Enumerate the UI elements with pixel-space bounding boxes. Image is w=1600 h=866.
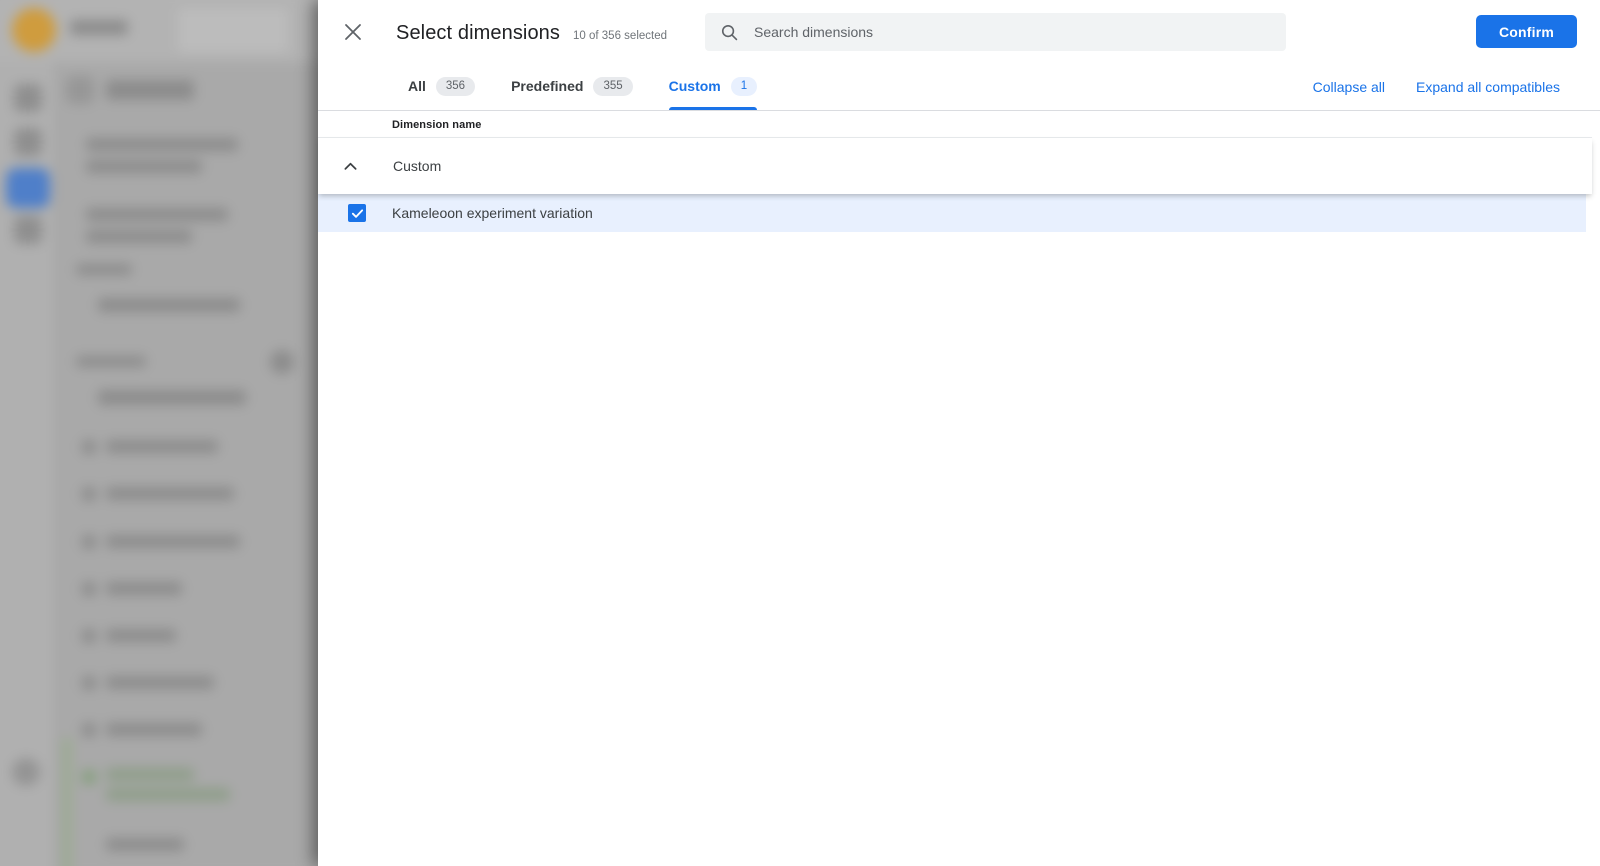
selection-summary: 10 of 356 selected [573,30,668,42]
tab-all-count-badge: 356 [435,76,476,96]
close-icon [345,24,361,40]
backdrop-list-row [106,838,184,851]
backdrop-list-row [106,487,234,500]
tab-all-label: All [408,78,426,94]
search-box[interactable] [705,13,1286,51]
backdrop-nav-icon [14,84,42,112]
backdrop-section-label [76,356,146,367]
tab-custom-count-badge: 1 [730,76,758,96]
dimension-row-label: Kameleoon experiment variation [392,205,593,221]
backdrop-text-line [98,298,240,312]
backdrop-highlight-strip [62,738,72,866]
dimension-name-column-header: Dimension name [392,118,482,131]
tab-predefined-label: Predefined [511,78,584,94]
backdrop-app-logo [12,8,56,52]
dialog-header: Select dimensions 10 of 356 selected Con… [318,0,1600,62]
checkbox-checked-icon[interactable] [348,204,366,222]
collapse-all-link[interactable]: Collapse all [1313,79,1385,95]
backdrop-count-bubble [270,350,294,374]
search-icon [721,24,738,40]
backdrop-report-icon [66,76,94,104]
backdrop-nav-icon [14,216,42,244]
group-label: Custom [393,158,442,174]
backdrop-list-row [106,629,176,642]
tab-custom[interactable]: Custom 1 [668,62,758,110]
backdrop-divider [56,62,58,866]
table-header-row: Dimension name [318,112,1592,138]
backdrop-text-line [98,390,246,405]
tabs-bar: All 356 Predefined 355 Custom 1 Collapse… [318,62,1600,111]
backdrop-report-title [106,80,194,100]
backdrop-text-line [86,208,228,221]
chevron-up-icon[interactable] [341,157,360,176]
backdrop-list-row [106,535,240,548]
dialog-title: Select dimensions [396,22,561,44]
tab-links: Collapse all Expand all compatibles [1313,62,1560,111]
backdrop-text-line [86,160,202,173]
backdrop-list-row [106,676,214,689]
confirm-button[interactable]: Confirm [1475,15,1577,48]
tab-predefined-count-badge: 355 [593,76,633,96]
backdrop-section-label [76,264,132,275]
background-app-blur [0,0,348,866]
backdrop-topbar-text [70,20,128,35]
backdrop-gear-icon [12,758,40,786]
backdrop-nav-icon [14,128,42,156]
backdrop-list-row [106,440,218,453]
tab-all[interactable]: All 356 [408,62,476,110]
backdrop-nav-icon-active [6,168,50,208]
search-input[interactable] [752,23,1278,41]
backdrop-list-row [106,723,202,736]
group-row-custom[interactable]: Custom [318,138,1592,194]
backdrop-list-row [106,768,194,781]
expand-all-compatibles-link[interactable]: Expand all compatibles [1416,79,1560,95]
backdrop-text-line [86,230,192,243]
backdrop-list-row [106,582,182,595]
tab-predefined[interactable]: Predefined 355 [511,62,633,110]
tab-custom-label: Custom [668,78,721,94]
backdrop-list-row [106,788,230,801]
dimension-row-kameleoon[interactable]: Kameleoon experiment variation [318,194,1586,232]
close-button[interactable] [340,19,366,45]
backdrop-text-line [86,138,238,151]
backdrop-topbar-chip [178,8,288,52]
select-dimensions-dialog: Select dimensions 10 of 356 selected Con… [318,0,1600,866]
